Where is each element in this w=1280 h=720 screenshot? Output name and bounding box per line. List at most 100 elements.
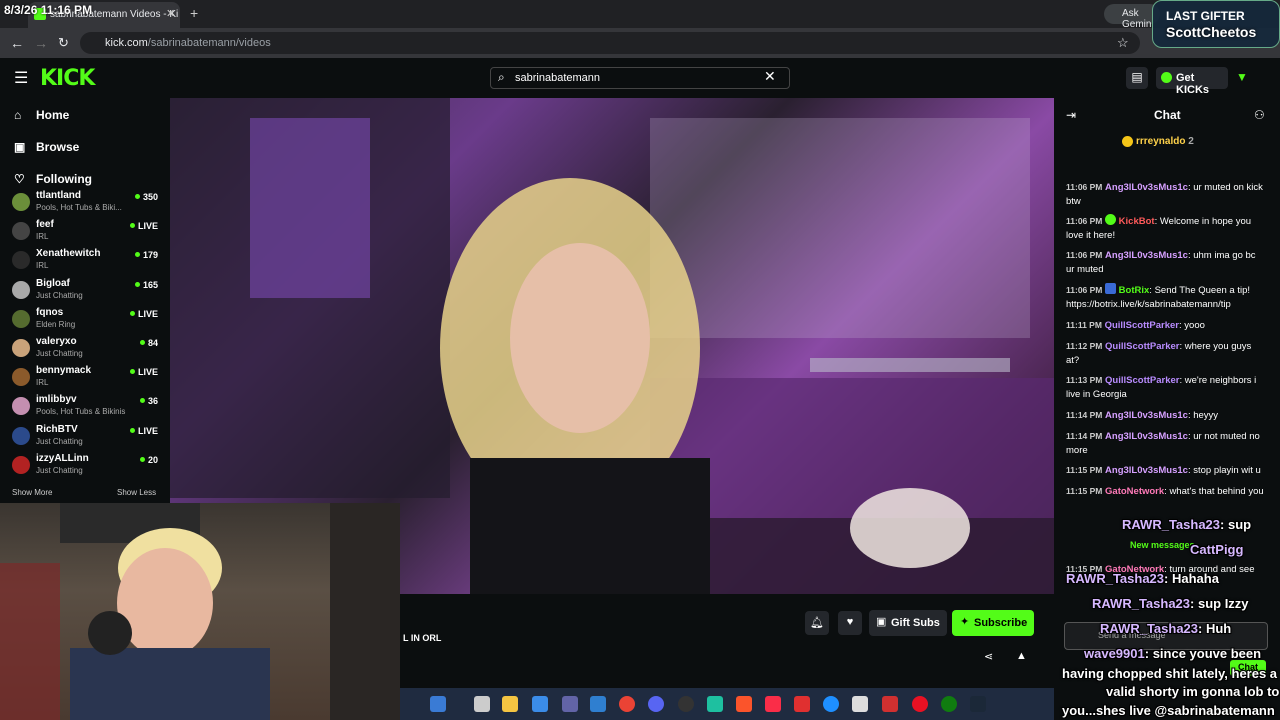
sidebar-channel[interactable]: Xenathewitch IRL 179 (12, 248, 162, 276)
message-user[interactable]: Ang3lL0v3sMus1c (1105, 431, 1188, 442)
tab-close-icon[interactable]: ✕ (166, 7, 175, 20)
message-user[interactable]: BotRix (1119, 285, 1150, 296)
windows-taskbar (400, 688, 1060, 720)
steam-icon[interactable] (970, 696, 986, 712)
new-messages-divider[interactable]: New messages (1130, 540, 1195, 550)
message-user[interactable]: KickBot (1119, 216, 1155, 227)
app-red-icon[interactable] (794, 696, 810, 712)
overlay-chat-line: wave9901: since youve been (1084, 646, 1262, 661)
bookmark-star-icon[interactable]: ☆ (1117, 35, 1129, 51)
channel-name: RichBTV (36, 423, 78, 435)
collapse-chat-icon[interactable]: ⇥ (1066, 108, 1076, 122)
chat-title: Chat (1154, 108, 1181, 122)
xbox-icon[interactable] (941, 696, 957, 712)
app-red2-icon[interactable] (882, 696, 898, 712)
stream-title-fragment: L IN ORL (403, 633, 442, 643)
store-icon[interactable] (590, 696, 606, 712)
chrome-icon[interactable] (619, 696, 635, 712)
overlay-user: RAWR_Tasha23 (1122, 517, 1221, 532)
pinned-gifter[interactable]: rrreynaldo 2 (1122, 136, 1194, 147)
overlay-text: sup Izzy (1197, 596, 1249, 611)
kick-logo[interactable]: KICK (40, 66, 95, 91)
widgets-icon[interactable] (430, 696, 446, 712)
chat-message: 11:14 PM Ang3lL0v3sMus1c: heyyy (1066, 410, 1219, 421)
viewer-count: 20 (140, 455, 158, 465)
url-host: kick.com (105, 37, 148, 49)
message-time: 11:12 PM (1066, 341, 1103, 351)
message-user[interactable]: QuillScottParker (1105, 375, 1179, 386)
viewer-count: 84 (140, 338, 158, 348)
channel-category: Just Chatting (36, 349, 83, 358)
sidebar-channel[interactable]: Bigloaf Just Chatting 165 (12, 278, 162, 306)
channel-name: Bigloaf (36, 277, 70, 289)
message-user[interactable]: QuillScottParker (1105, 320, 1179, 331)
viewer-count: 36 (140, 396, 158, 406)
message-text: yooo (1184, 320, 1205, 331)
message-user[interactable]: Ang3lL0v3sMus1c (1105, 410, 1188, 421)
chat-message: 11:11 PM QuillScottParker: yooo (1066, 320, 1205, 331)
message-user[interactable]: Ang3lL0v3sMus1c (1105, 250, 1188, 261)
sidebar-channel[interactable]: izzyALLinn Just Chatting 20 (12, 453, 162, 481)
message-time: 11:06 PM (1066, 182, 1103, 192)
clear-search-icon[interactable]: ✕ (764, 68, 776, 85)
kick-bot-icon[interactable]: ▼ (1236, 70, 1248, 84)
message-user[interactable]: GatoNetwork (1105, 486, 1164, 497)
follow-heart-button[interactable]: ♥ (838, 611, 862, 635)
task-view-icon[interactable] (474, 696, 490, 712)
sidebar-item-home[interactable]: ⌂ Home (14, 108, 69, 122)
sidebar-item-following[interactable]: ♡ Following (14, 172, 92, 186)
sidebar-item-label: Browse (36, 140, 80, 154)
music-icon[interactable] (765, 696, 781, 712)
reload-icon[interactable]: ↻ (58, 35, 69, 51)
message-user[interactable]: Ang3lL0v3sMus1c (1105, 465, 1188, 476)
discord-icon[interactable] (648, 696, 664, 712)
show-more-link[interactable]: Show More (12, 488, 52, 497)
sidebar-channel[interactable]: RichBTV Just Chatting LIVE (12, 424, 162, 452)
sidebar-item-browse[interactable]: ▣ Browse (14, 140, 79, 154)
help-icon[interactable] (823, 696, 839, 712)
new-tab-button[interactable]: + (190, 5, 198, 21)
message-time: 11:15 PM (1066, 465, 1103, 475)
sidebar-channel[interactable]: valeryxo Just Chatting 84 (12, 336, 162, 364)
channel-name: ttlantland (36, 190, 81, 201)
sidebar-channel[interactable]: bennymack IRL LIVE (12, 365, 162, 393)
avatar (12, 251, 30, 270)
url-path: /sabrinabatemann/videos (147, 37, 271, 49)
show-less-link[interactable]: Show Less (117, 488, 156, 497)
mail-icon[interactable] (852, 696, 868, 712)
browse-icon: ▣ (14, 140, 26, 154)
avatar (12, 397, 30, 416)
brave-icon[interactable] (736, 696, 752, 712)
message-time: 11:14 PM (1066, 410, 1103, 420)
overlay-text: Huh (1205, 621, 1232, 636)
url-text[interactable]: kick.com/sabrinabatemann/videos (105, 37, 271, 49)
sidebar-channel[interactable]: ttlantland Pools, Hot Tubs & Biki... 350 (12, 190, 162, 218)
chat-users-icon[interactable]: ⚇ (1254, 108, 1265, 122)
home-icon: ⌂ (14, 108, 22, 122)
sidebar-channel[interactable]: imlibbyv Pools, Hot Tubs & Bikinis 36 (12, 394, 162, 422)
hamburger-menu-icon[interactable]: ☰ (14, 68, 28, 88)
message-user[interactable]: QuillScottParker (1105, 341, 1179, 352)
bell-icon: 🔔︎ (810, 617, 824, 629)
channel-category: Just Chatting (36, 465, 83, 475)
opera-icon[interactable] (912, 696, 928, 712)
report-icon[interactable]: ▲ (1016, 650, 1027, 662)
message-user[interactable]: Ang3lL0v3sMus1c (1105, 182, 1188, 193)
app-icon[interactable] (707, 696, 723, 712)
notification-bell-button[interactable]: 🔔︎ (805, 611, 829, 635)
forward-arrow-icon[interactable]: → (34, 35, 48, 51)
teams-icon[interactable] (562, 696, 578, 712)
obs-icon[interactable] (678, 696, 694, 712)
file-explorer-icon[interactable] (502, 696, 518, 712)
chat-message: 11:13 PM QuillScottParker: we're neighbo… (1066, 375, 1257, 400)
back-arrow-icon[interactable]: ← (10, 35, 24, 51)
search-value[interactable]: sabrinabatemann (515, 72, 600, 84)
message-text: what's that behind you (1169, 486, 1264, 497)
layout-toggle-icon[interactable]: ▤ (1126, 67, 1148, 89)
overlay-chat-line: RAWR_Tasha23: sup Izzy (1092, 596, 1249, 611)
gift-icon: ▣ (876, 616, 887, 628)
share-icon[interactable]: ⋖ (984, 650, 993, 663)
sidebar-channel[interactable]: fqnos Elden Ring LIVE (12, 307, 162, 335)
sidebar-channel[interactable]: feef IRL LIVE (12, 219, 162, 247)
copilot-icon[interactable] (532, 696, 548, 712)
